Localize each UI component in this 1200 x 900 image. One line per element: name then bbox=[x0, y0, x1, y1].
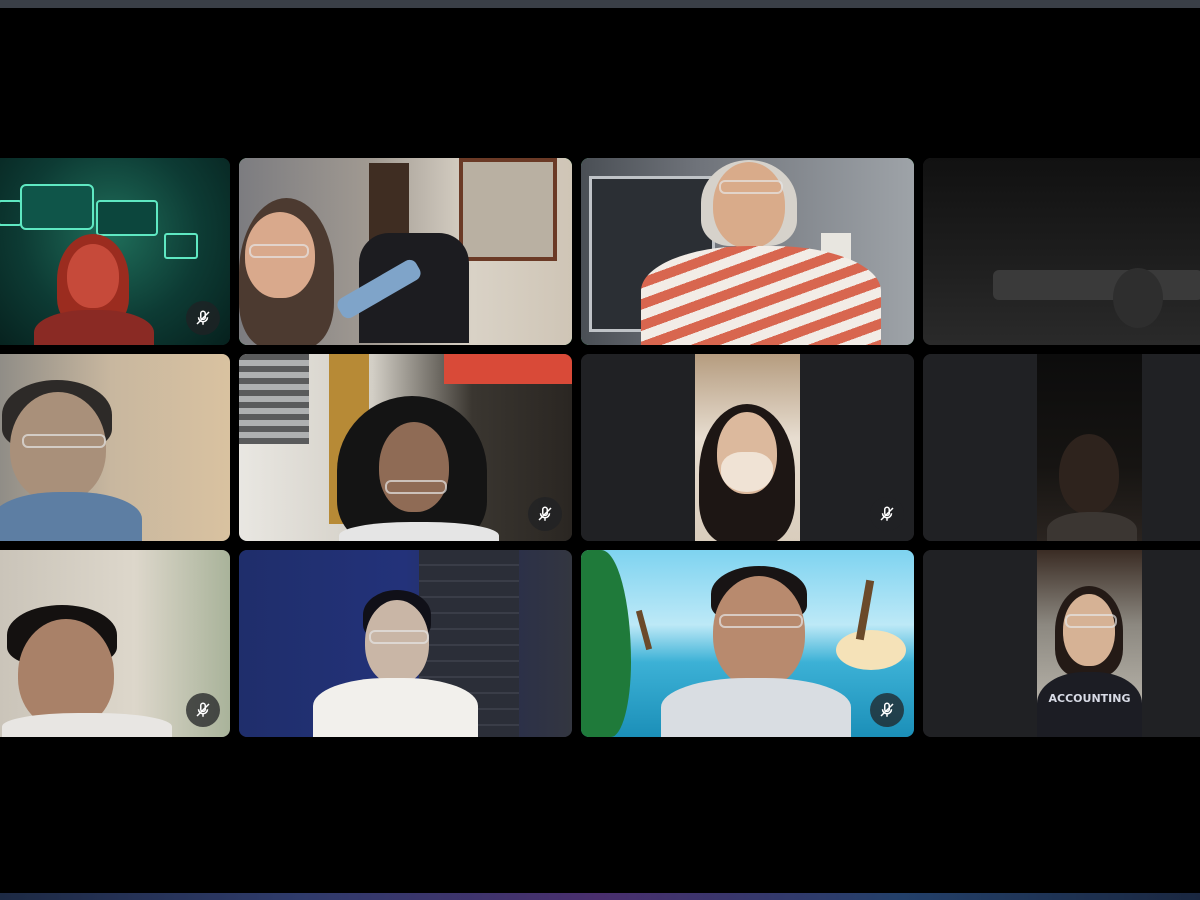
participant-figure bbox=[319, 394, 519, 541]
side-panel bbox=[0, 200, 22, 226]
participant-tile-9[interactable] bbox=[0, 550, 230, 737]
microphone bbox=[1113, 268, 1163, 328]
participant-tile-4[interactable] bbox=[923, 158, 1200, 345]
participant-tile-11[interactable] bbox=[581, 550, 914, 737]
mic-off-icon[interactable] bbox=[186, 693, 220, 727]
video-feed bbox=[581, 550, 914, 737]
tv-screen bbox=[444, 354, 572, 384]
participant-figure bbox=[32, 228, 172, 345]
mic-off-icon[interactable] bbox=[870, 497, 904, 531]
participant-tile-12[interactable]: ACCOUNTING bbox=[923, 550, 1200, 737]
video-feed bbox=[239, 354, 572, 541]
video-grid: ACCOUNTING bbox=[0, 8, 1200, 893]
mic-off-icon[interactable] bbox=[186, 301, 220, 335]
video-feed bbox=[581, 158, 914, 345]
participant-tile-7[interactable] bbox=[581, 354, 914, 541]
mirror bbox=[459, 158, 557, 261]
palm-leaves bbox=[581, 550, 631, 737]
participant-tile-6[interactable] bbox=[239, 354, 572, 541]
top-window-bar bbox=[0, 0, 1200, 8]
participant-figure bbox=[2, 605, 172, 737]
face-mask bbox=[721, 452, 773, 492]
desk-object bbox=[993, 270, 1200, 300]
participant-tile-1[interactable] bbox=[0, 158, 230, 345]
shirt: ACCOUNTING bbox=[1037, 672, 1142, 737]
participant-tile-3[interactable] bbox=[581, 158, 914, 345]
participant-tile-8[interactable] bbox=[923, 354, 1200, 541]
video-feed bbox=[0, 354, 230, 541]
participant-tile-2[interactable] bbox=[239, 158, 572, 345]
portrait-video bbox=[695, 354, 800, 541]
participant-figure bbox=[239, 198, 389, 345]
participant-figure bbox=[661, 566, 851, 737]
participant-tile-5[interactable] bbox=[0, 354, 230, 541]
video-feed bbox=[239, 158, 572, 345]
participant-figure bbox=[309, 590, 479, 737]
participant-figure bbox=[641, 158, 911, 345]
mic-off-icon[interactable] bbox=[528, 497, 562, 531]
video-feed bbox=[923, 354, 1200, 541]
video-feed: ACCOUNTING bbox=[923, 550, 1200, 737]
video-feed bbox=[923, 158, 1200, 345]
mic-off-icon[interactable] bbox=[870, 693, 904, 727]
robot-screen-icon bbox=[20, 184, 94, 230]
video-feed bbox=[581, 354, 914, 541]
participant-tile-10[interactable] bbox=[239, 550, 572, 737]
shirt-text: ACCOUNTING bbox=[1048, 692, 1131, 705]
window-blinds bbox=[239, 354, 309, 444]
bottom-window-bar bbox=[0, 893, 1200, 900]
portrait-video bbox=[1037, 354, 1142, 541]
palm-tree bbox=[635, 609, 653, 651]
portrait-video: ACCOUNTING bbox=[1037, 550, 1142, 737]
video-feed bbox=[239, 550, 572, 737]
participant-figure bbox=[0, 374, 152, 541]
